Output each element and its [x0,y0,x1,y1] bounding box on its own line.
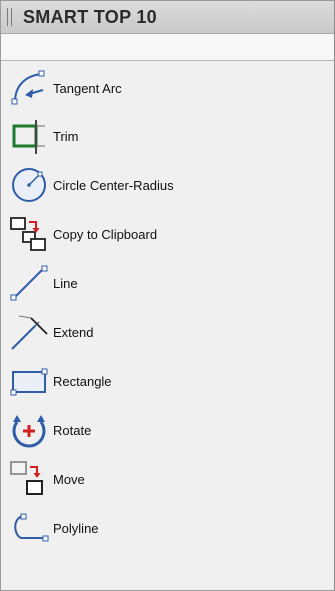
command-item-circle-center-radius[interactable]: Circle Center-Radius [7,163,328,207]
rotate-icon [7,408,51,452]
command-label: Circle Center-Radius [53,177,174,193]
tangent-arc-icon [7,66,51,110]
line-icon [7,261,51,305]
command-item-tangent-arc[interactable]: Tangent Arc [7,66,328,110]
trim-icon [7,114,51,158]
panel-toolbar-strip [1,34,334,61]
command-item-rectangle[interactable]: Rectangle [7,359,328,403]
command-list: Tangent Arc Trim Circle Center-Radius Co… [1,61,334,590]
rectangle-icon [7,359,51,403]
command-label: Rectangle [53,373,112,389]
command-item-trim[interactable]: Trim [7,114,328,158]
drag-grip-icon[interactable] [7,8,12,26]
command-label: Trim [53,128,79,144]
panel-title: SMART TOP 10 [23,7,157,27]
panel-titlebar[interactable]: SMART TOP 10 [1,1,334,34]
command-item-rotate[interactable]: Rotate [7,408,328,452]
command-label: Tangent Arc [53,80,122,96]
move-icon [7,457,51,501]
command-item-extend[interactable]: Extend [7,310,328,354]
circle-center-radius-icon [7,163,51,207]
command-item-copy-to-clipboard[interactable]: Copy to Clipboard [7,212,328,256]
command-label: Polyline [53,520,99,536]
extend-icon [7,310,51,354]
command-label: Extend [53,324,94,340]
command-label: Line [53,275,78,291]
command-label: Rotate [53,422,92,438]
smart-top-10-panel: SMART TOP 10 Tangent Arc Trim Circle Cen… [0,0,335,591]
command-item-polyline[interactable]: Polyline [7,506,328,550]
command-item-line[interactable]: Line [7,261,328,305]
copy-to-clipboard-icon [7,212,51,256]
command-label: Copy to Clipboard [53,226,158,242]
polyline-icon [7,506,51,550]
command-label: Move [53,471,85,487]
command-item-move[interactable]: Move [7,457,328,501]
